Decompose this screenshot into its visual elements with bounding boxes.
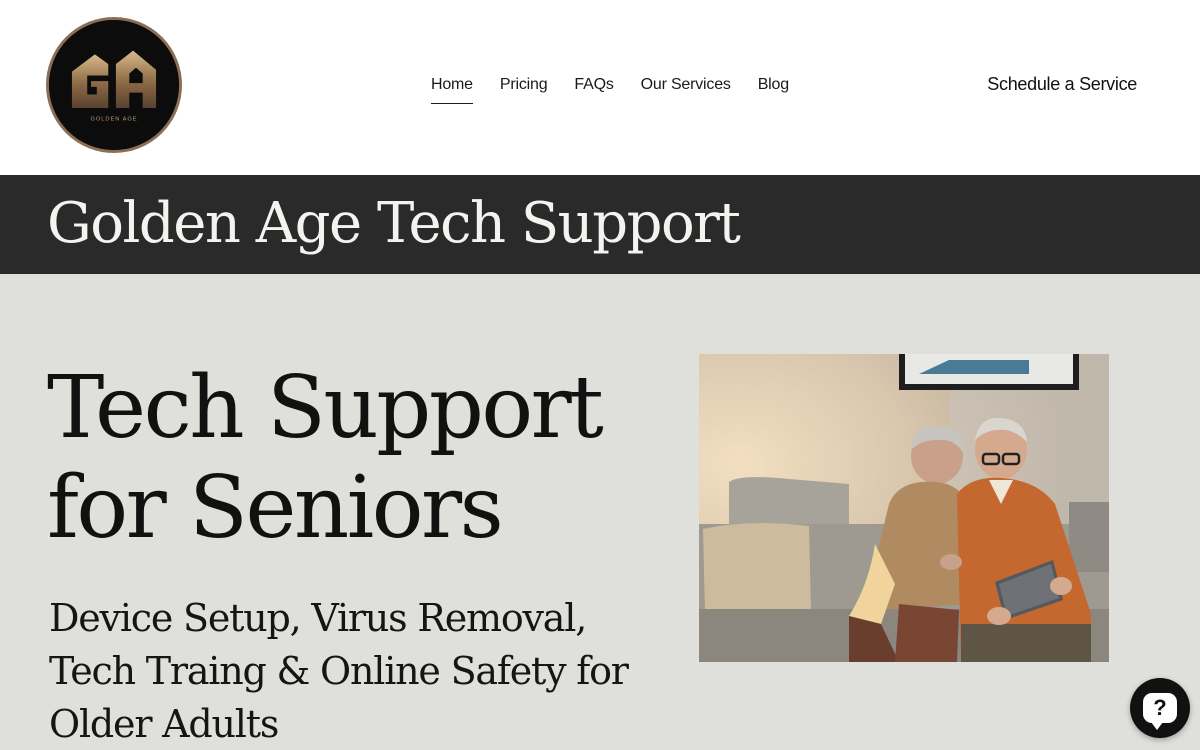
logo[interactable]: GOLDEN AGE: [46, 17, 182, 153]
nav-blog[interactable]: Blog: [758, 74, 789, 104]
senior-couple-photo: [699, 354, 1109, 662]
nav-pricing[interactable]: Pricing: [500, 74, 548, 104]
title-banner: Golden Age Tech Support: [0, 175, 1200, 274]
help-glyph: ?: [1153, 695, 1167, 720]
nav-our-services[interactable]: Our Services: [641, 74, 731, 104]
hero-subtitle: Device Setup, Virus Removal, Tech Traing…: [49, 596, 629, 746]
hero-title-line-2: for Seniors: [47, 458, 504, 558]
schedule-service-button[interactable]: Schedule a Service: [987, 72, 1137, 96]
help-question-icon: ?: [1143, 693, 1177, 730]
nav-home[interactable]: Home: [431, 74, 473, 104]
main-nav: Home Pricing FAQs Our Services Blog: [431, 74, 789, 104]
golden-age-logo-icon: GOLDEN AGE: [49, 20, 179, 150]
nav-faqs[interactable]: FAQs: [574, 74, 613, 104]
site-title: Golden Age Tech Support: [47, 191, 741, 256]
hero-title: Tech Support for Seniors: [47, 358, 647, 558]
hero-section: Tech Support for Seniors Device Setup, V…: [0, 274, 1200, 750]
help-chat-button[interactable]: ?: [1130, 678, 1190, 738]
site-header: GOLDEN AGE Home Pricing FAQs Our Service…: [0, 0, 1200, 175]
svg-text:GOLDEN AGE: GOLDEN AGE: [90, 116, 137, 122]
senior-couple-with-tablet-photo-icon: [699, 354, 1109, 662]
hero-title-line-1: Tech Support: [47, 358, 604, 458]
